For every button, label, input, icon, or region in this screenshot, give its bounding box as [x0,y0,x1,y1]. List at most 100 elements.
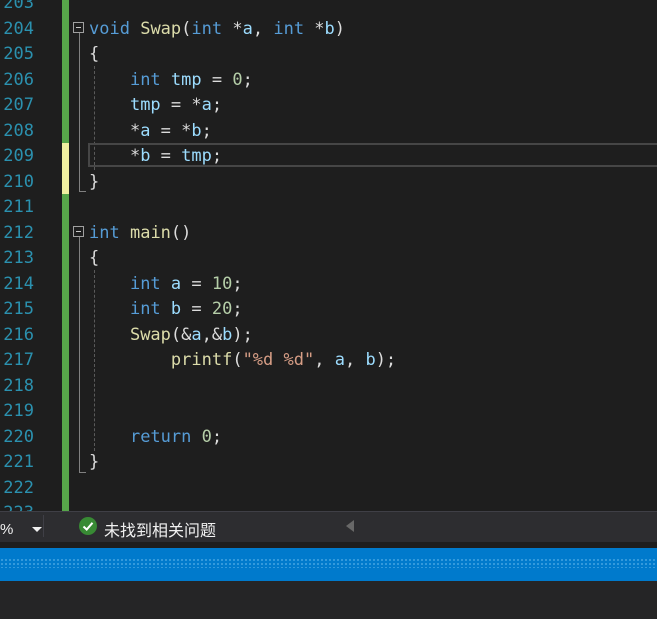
code-line[interactable]: 218 [0,374,657,400]
code-line[interactable]: 220 return 0; [0,425,657,451]
code-token: ) [334,18,346,39]
code-token: return [129,426,192,447]
fold-line-swap [79,33,80,191]
code-line[interactable]: 208 *a = *b; [0,119,657,145]
line-number: 209 [3,146,34,166]
progress-indicator [0,558,657,568]
current-line-highlight [88,143,657,167]
code-token: b [191,120,202,141]
code-line[interactable]: 205 { [0,42,657,68]
bottom-panel [0,581,657,619]
code-line[interactable]: 215 int b = 20; [0,297,657,323]
scroll-left-icon[interactable] [346,520,354,532]
line-number: 215 [3,299,34,319]
code-line[interactable]: 210} [0,170,657,196]
code-token: = * [160,95,202,115]
fold-end-swap [79,191,86,192]
line-number: 218 [3,375,34,396]
fold-end-main [79,472,86,473]
code-line[interactable]: 216 Swap(&a,&b); [0,323,657,349]
code-token: { [89,44,100,64]
code-token: int [129,299,161,319]
code-line[interactable]: 206 int tmp = 0; [0,68,657,94]
code-token: a [334,350,345,370]
code-token: "%d %d" [242,350,315,370]
code-text: void Swap(int *a, int *b) [89,17,345,43]
code-text: int b = 20; [89,297,243,323]
code-token: = * [150,120,192,141]
code-token: * [222,18,243,39]
line-number: 212 [3,222,34,243]
code-token: int [191,18,223,39]
output-progress-bar [0,548,657,581]
line-number: 206 [3,69,34,90]
line-number: 210 [3,171,34,192]
line-number: 216 [3,324,34,345]
code-line[interactable]: 204 void Swap(int *a, int *b) [0,17,657,43]
code-token: a [201,95,212,115]
line-number: 222 [3,477,34,498]
code-line[interactable]: 219 [0,399,657,425]
line-number: 203 [3,0,34,13]
code-token: a [140,120,151,141]
code-token: 0 [232,69,243,90]
code-token: ; [232,299,243,319]
collapse-main-icon[interactable] [73,226,84,237]
code-line[interactable]: 222 [0,476,657,502]
code-text: int main() [89,221,191,247]
code-text: int a = 10; [89,272,243,298]
code-line[interactable]: 211 [0,195,657,221]
code-token: 10 [211,273,233,294]
code-token: printf [170,350,233,370]
code-line[interactable]: 213 { [0,246,657,272]
issues-status-text[interactable]: 未找到相关问题 [104,517,216,541]
code-token: a [191,324,202,345]
code-token: int [273,18,305,39]
indent-guide-main [94,270,95,451]
code-token: main [129,222,171,243]
line-number: 213 [3,248,34,268]
code-line[interactable]: 217 printf("%d %d", a, b); [0,348,657,374]
zoom-dropdown[interactable]: % [0,515,44,538]
check-circle-icon[interactable] [79,517,97,535]
code-line[interactable]: 212 int main() [0,221,657,247]
line-number: 217 [3,350,34,370]
code-token: { [89,248,100,268]
code-token: = [201,69,233,90]
code-line[interactable]: 207 tmp = *a; [0,93,657,119]
code-token: 20 [211,299,233,319]
code-line[interactable]: 203 [0,0,657,17]
code-token: tmp [170,69,202,90]
code-line[interactable]: 223 [0,501,657,511]
code-token: , [314,350,335,370]
code-token: int [129,273,161,294]
line-number: 221 [3,452,34,472]
code-token: , [344,350,366,370]
code-token: ; [211,95,223,115]
code-text: Swap(&a,&b); [89,323,253,349]
code-token: , [252,18,274,39]
code-token: = [181,273,212,294]
collapse-swap-icon[interactable] [73,22,84,33]
code-line[interactable]: 221} [0,450,657,476]
code-token: ; [232,273,243,294]
code-token: ( [232,350,243,370]
code-text: int tmp = 0; [89,68,253,94]
line-number: 211 [3,197,34,217]
code-token: (& [170,324,192,345]
code-editor[interactable]: 203 204 void Swap(int *a, int *b) 205{206 i… [0,0,657,511]
code-line[interactable]: 214 int a = 10; [0,272,657,298]
code-token: Swap [140,18,182,39]
code-token: } [89,171,100,192]
code-token: * [304,18,325,39]
code-text: { [89,246,99,272]
